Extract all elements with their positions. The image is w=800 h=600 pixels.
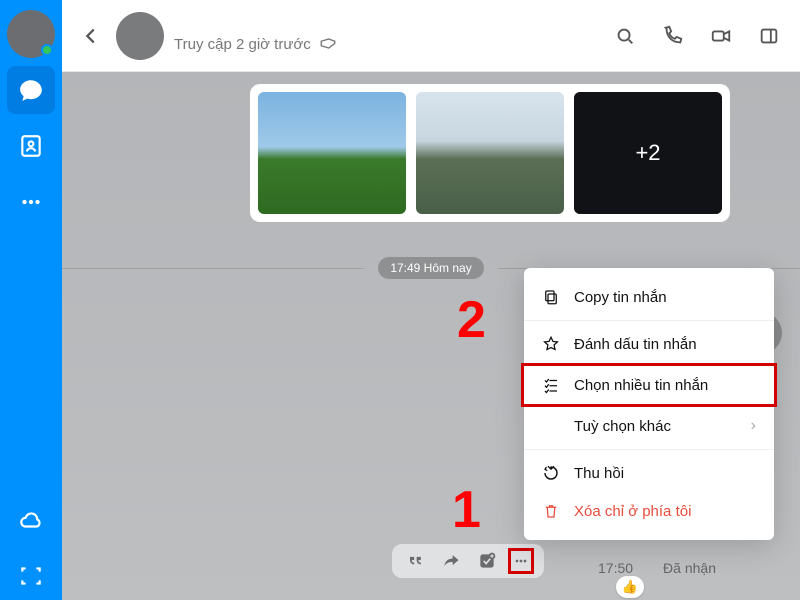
chevron-left-icon — [80, 25, 102, 47]
last-seen-text: Truy cập 2 giờ trước — [174, 36, 311, 53]
ctx-recall[interactable]: Thu hồi — [524, 454, 774, 492]
context-menu: Copy tin nhắn Đánh dấu tin nhắn Chọn nhi… — [524, 268, 774, 540]
ctx-delete-me[interactable]: Xóa chỉ ở phía tôi — [524, 492, 774, 530]
media-thumb-3[interactable]: +2 — [574, 92, 722, 214]
copy-icon — [542, 288, 560, 306]
search-icon — [614, 25, 636, 47]
more-actions-button[interactable] — [508, 548, 534, 574]
multiselect-icon — [542, 376, 560, 394]
back-button[interactable] — [76, 21, 106, 51]
check-badge-icon — [477, 551, 497, 571]
video-call-button[interactable] — [704, 19, 738, 53]
call-button[interactable] — [656, 19, 690, 53]
ctx-more-options[interactable]: Tuỳ chọn khác › — [524, 407, 774, 445]
time-pill: 17:49 Hôm nay — [378, 257, 483, 279]
tag-icon — [319, 36, 337, 54]
video-icon — [710, 25, 732, 47]
forward-button[interactable] — [438, 548, 464, 574]
chat-area[interactable]: +2 17:49 Hôm nay 2 1 17:50 Đã nhận 👍 — [62, 72, 800, 600]
more-horizontal-icon — [513, 551, 529, 571]
capture-icon — [18, 563, 44, 589]
media-thumb-1[interactable] — [258, 92, 406, 214]
message-meta: 17:50 Đã nhận — [598, 560, 716, 576]
annotation-2: 2 — [457, 290, 486, 350]
left-rail — [0, 0, 62, 600]
rail-capture-button[interactable] — [7, 552, 55, 600]
search-button[interactable] — [608, 19, 642, 53]
forward-icon — [441, 551, 461, 571]
cloud-icon — [18, 507, 44, 533]
chat-header: Truy cập 2 giờ trước — [62, 0, 800, 72]
contact-status: Truy cập 2 giờ trước — [174, 36, 337, 54]
annotation-1: 1 — [452, 480, 481, 540]
tag-chip[interactable] — [319, 36, 337, 54]
quote-icon — [405, 551, 425, 571]
media-more-overlay: +2 — [574, 92, 722, 214]
message-action-bar — [392, 544, 544, 578]
ctx-copy-label: Copy tin nhắn — [574, 289, 667, 306]
todo-button[interactable] — [474, 548, 500, 574]
contact-avatar[interactable] — [116, 12, 164, 60]
chevron-right-icon: › — [751, 417, 756, 435]
ctx-multiselect[interactable]: Chọn nhiều tin nhắn — [524, 366, 774, 404]
thumbs-up-icon: 👍 — [622, 579, 638, 595]
more-horizontal-icon — [18, 189, 44, 215]
recall-icon — [542, 464, 560, 482]
rail-more-button[interactable] — [7, 178, 55, 226]
trash-icon — [542, 502, 560, 520]
ctx-more-label: Tuỳ chọn khác — [574, 418, 671, 435]
me-avatar[interactable] — [7, 10, 55, 58]
rail-cloud-button[interactable] — [7, 496, 55, 544]
ctx-star-label: Đánh dấu tin nhắn — [574, 336, 697, 353]
react-button[interactable]: 👍 — [616, 576, 644, 598]
message-status: Đã nhận — [663, 560, 716, 576]
header-actions — [608, 19, 786, 53]
ctx-recall-label: Thu hồi — [574, 465, 624, 482]
quote-button[interactable] — [402, 548, 428, 574]
rail-contacts-button[interactable] — [7, 122, 55, 170]
ctx-copy[interactable]: Copy tin nhắn — [524, 278, 774, 316]
main-panel: Truy cập 2 giờ trước +2 17:49 Hôm nay — [62, 0, 800, 600]
message-time: 17:50 — [598, 560, 633, 576]
media-thumb-2[interactable] — [416, 92, 564, 214]
panel-toggle-button[interactable] — [752, 19, 786, 53]
media-message[interactable]: +2 — [250, 84, 730, 222]
ctx-multiselect-label: Chọn nhiều tin nhắn — [574, 377, 708, 394]
ctx-star[interactable]: Đánh dấu tin nhắn — [524, 325, 774, 363]
panel-icon — [758, 25, 780, 47]
contacts-icon — [18, 133, 44, 159]
chat-icon — [18, 77, 44, 103]
contact-title-area: Truy cập 2 giờ trước — [174, 18, 337, 54]
star-icon — [542, 335, 560, 353]
phone-icon — [662, 25, 684, 47]
rail-chat-button[interactable] — [7, 66, 55, 114]
ctx-delete-label: Xóa chỉ ở phía tôi — [574, 503, 691, 520]
presence-dot — [41, 44, 53, 56]
